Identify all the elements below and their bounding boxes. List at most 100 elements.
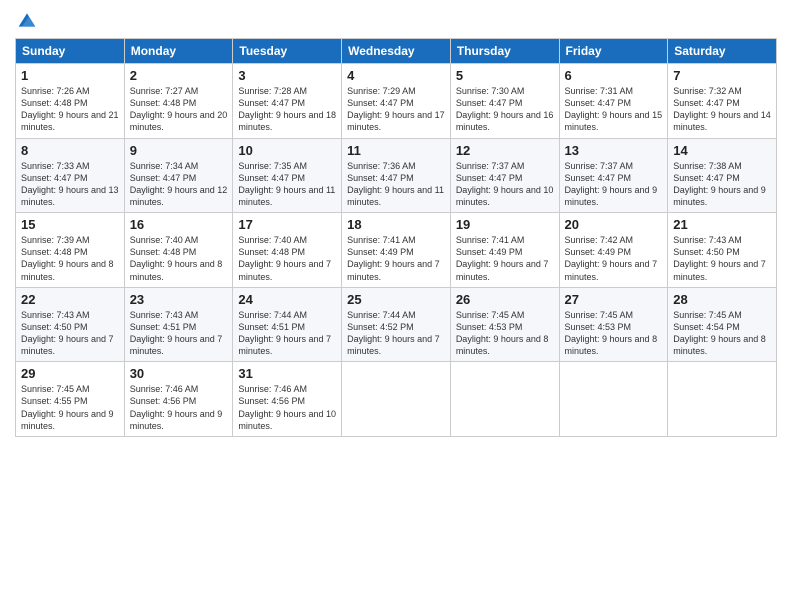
day-number: 8 [21, 143, 119, 158]
calendar-day-cell: 24 Sunrise: 7:44 AMSunset: 4:51 PMDaylig… [233, 287, 342, 362]
cell-info: Sunrise: 7:26 AMSunset: 4:48 PMDaylight:… [21, 86, 119, 132]
cell-info: Sunrise: 7:45 AMSunset: 4:54 PMDaylight:… [673, 310, 766, 356]
cell-info: Sunrise: 7:44 AMSunset: 4:52 PMDaylight:… [347, 310, 440, 356]
day-number: 21 [673, 217, 771, 232]
day-number: 28 [673, 292, 771, 307]
calendar-week-row: 8 Sunrise: 7:33 AMSunset: 4:47 PMDayligh… [16, 138, 777, 213]
calendar-day-cell: 1 Sunrise: 7:26 AMSunset: 4:48 PMDayligh… [16, 64, 125, 139]
cell-info: Sunrise: 7:27 AMSunset: 4:48 PMDaylight:… [130, 86, 228, 132]
cell-info: Sunrise: 7:36 AMSunset: 4:47 PMDaylight:… [347, 161, 444, 207]
calendar-day-cell: 12 Sunrise: 7:37 AMSunset: 4:47 PMDaylig… [450, 138, 559, 213]
cell-info: Sunrise: 7:40 AMSunset: 4:48 PMDaylight:… [238, 235, 331, 281]
day-number: 5 [456, 68, 554, 83]
weekday-sunday: Sunday [16, 39, 125, 64]
calendar-day-cell: 13 Sunrise: 7:37 AMSunset: 4:47 PMDaylig… [559, 138, 668, 213]
calendar-day-cell: 23 Sunrise: 7:43 AMSunset: 4:51 PMDaylig… [124, 287, 233, 362]
calendar-week-row: 22 Sunrise: 7:43 AMSunset: 4:50 PMDaylig… [16, 287, 777, 362]
page: SundayMondayTuesdayWednesdayThursdayFrid… [0, 0, 792, 612]
cell-info: Sunrise: 7:40 AMSunset: 4:48 PMDaylight:… [130, 235, 223, 281]
cell-info: Sunrise: 7:30 AMSunset: 4:47 PMDaylight:… [456, 86, 554, 132]
day-number: 11 [347, 143, 445, 158]
header [15, 10, 777, 30]
day-number: 2 [130, 68, 228, 83]
day-number: 20 [565, 217, 663, 232]
cell-info: Sunrise: 7:37 AMSunset: 4:47 PMDaylight:… [456, 161, 554, 207]
calendar-day-cell: 15 Sunrise: 7:39 AMSunset: 4:48 PMDaylig… [16, 213, 125, 288]
cell-info: Sunrise: 7:44 AMSunset: 4:51 PMDaylight:… [238, 310, 331, 356]
day-number: 15 [21, 217, 119, 232]
calendar-day-cell: 27 Sunrise: 7:45 AMSunset: 4:53 PMDaylig… [559, 287, 668, 362]
calendar-day-cell: 14 Sunrise: 7:38 AMSunset: 4:47 PMDaylig… [668, 138, 777, 213]
calendar-day-cell: 4 Sunrise: 7:29 AMSunset: 4:47 PMDayligh… [342, 64, 451, 139]
calendar-week-row: 15 Sunrise: 7:39 AMSunset: 4:48 PMDaylig… [16, 213, 777, 288]
calendar-day-cell [342, 362, 451, 437]
calendar-week-row: 1 Sunrise: 7:26 AMSunset: 4:48 PMDayligh… [16, 64, 777, 139]
weekday-friday: Friday [559, 39, 668, 64]
day-number: 6 [565, 68, 663, 83]
calendar-day-cell [450, 362, 559, 437]
cell-info: Sunrise: 7:42 AMSunset: 4:49 PMDaylight:… [565, 235, 658, 281]
cell-info: Sunrise: 7:46 AMSunset: 4:56 PMDaylight:… [238, 384, 336, 430]
weekday-monday: Monday [124, 39, 233, 64]
cell-info: Sunrise: 7:45 AMSunset: 4:55 PMDaylight:… [21, 384, 114, 430]
cell-info: Sunrise: 7:32 AMSunset: 4:47 PMDaylight:… [673, 86, 771, 132]
day-number: 4 [347, 68, 445, 83]
day-number: 18 [347, 217, 445, 232]
calendar-day-cell: 31 Sunrise: 7:46 AMSunset: 4:56 PMDaylig… [233, 362, 342, 437]
weekday-wednesday: Wednesday [342, 39, 451, 64]
calendar-day-cell: 2 Sunrise: 7:27 AMSunset: 4:48 PMDayligh… [124, 64, 233, 139]
day-number: 7 [673, 68, 771, 83]
day-number: 16 [130, 217, 228, 232]
cell-info: Sunrise: 7:41 AMSunset: 4:49 PMDaylight:… [456, 235, 549, 281]
day-number: 19 [456, 217, 554, 232]
day-number: 14 [673, 143, 771, 158]
cell-info: Sunrise: 7:45 AMSunset: 4:53 PMDaylight:… [565, 310, 658, 356]
day-number: 17 [238, 217, 336, 232]
cell-info: Sunrise: 7:29 AMSunset: 4:47 PMDaylight:… [347, 86, 445, 132]
cell-info: Sunrise: 7:43 AMSunset: 4:50 PMDaylight:… [673, 235, 766, 281]
day-number: 30 [130, 366, 228, 381]
cell-info: Sunrise: 7:33 AMSunset: 4:47 PMDaylight:… [21, 161, 119, 207]
day-number: 27 [565, 292, 663, 307]
calendar-table: SundayMondayTuesdayWednesdayThursdayFrid… [15, 38, 777, 437]
calendar-day-cell: 9 Sunrise: 7:34 AMSunset: 4:47 PMDayligh… [124, 138, 233, 213]
day-number: 9 [130, 143, 228, 158]
day-number: 31 [238, 366, 336, 381]
day-number: 10 [238, 143, 336, 158]
calendar-day-cell: 3 Sunrise: 7:28 AMSunset: 4:47 PMDayligh… [233, 64, 342, 139]
day-number: 12 [456, 143, 554, 158]
cell-info: Sunrise: 7:43 AMSunset: 4:51 PMDaylight:… [130, 310, 223, 356]
logo [15, 10, 37, 30]
weekday-saturday: Saturday [668, 39, 777, 64]
calendar-day-cell: 5 Sunrise: 7:30 AMSunset: 4:47 PMDayligh… [450, 64, 559, 139]
calendar-day-cell: 28 Sunrise: 7:45 AMSunset: 4:54 PMDaylig… [668, 287, 777, 362]
calendar-day-cell: 22 Sunrise: 7:43 AMSunset: 4:50 PMDaylig… [16, 287, 125, 362]
calendar-day-cell: 20 Sunrise: 7:42 AMSunset: 4:49 PMDaylig… [559, 213, 668, 288]
cell-info: Sunrise: 7:39 AMSunset: 4:48 PMDaylight:… [21, 235, 114, 281]
calendar-day-cell: 17 Sunrise: 7:40 AMSunset: 4:48 PMDaylig… [233, 213, 342, 288]
day-number: 25 [347, 292, 445, 307]
day-number: 1 [21, 68, 119, 83]
cell-info: Sunrise: 7:35 AMSunset: 4:47 PMDaylight:… [238, 161, 335, 207]
day-number: 24 [238, 292, 336, 307]
cell-info: Sunrise: 7:34 AMSunset: 4:47 PMDaylight:… [130, 161, 228, 207]
calendar-day-cell: 25 Sunrise: 7:44 AMSunset: 4:52 PMDaylig… [342, 287, 451, 362]
cell-info: Sunrise: 7:43 AMSunset: 4:50 PMDaylight:… [21, 310, 114, 356]
calendar-day-cell: 26 Sunrise: 7:45 AMSunset: 4:53 PMDaylig… [450, 287, 559, 362]
cell-info: Sunrise: 7:28 AMSunset: 4:47 PMDaylight:… [238, 86, 336, 132]
day-number: 26 [456, 292, 554, 307]
cell-info: Sunrise: 7:38 AMSunset: 4:47 PMDaylight:… [673, 161, 766, 207]
calendar-day-cell: 7 Sunrise: 7:32 AMSunset: 4:47 PMDayligh… [668, 64, 777, 139]
calendar-day-cell: 19 Sunrise: 7:41 AMSunset: 4:49 PMDaylig… [450, 213, 559, 288]
cell-info: Sunrise: 7:45 AMSunset: 4:53 PMDaylight:… [456, 310, 549, 356]
calendar-day-cell: 10 Sunrise: 7:35 AMSunset: 4:47 PMDaylig… [233, 138, 342, 213]
calendar-day-cell [559, 362, 668, 437]
weekday-header-row: SundayMondayTuesdayWednesdayThursdayFrid… [16, 39, 777, 64]
day-number: 13 [565, 143, 663, 158]
calendar-day-cell: 18 Sunrise: 7:41 AMSunset: 4:49 PMDaylig… [342, 213, 451, 288]
calendar-day-cell: 11 Sunrise: 7:36 AMSunset: 4:47 PMDaylig… [342, 138, 451, 213]
day-number: 23 [130, 292, 228, 307]
day-number: 29 [21, 366, 119, 381]
calendar-day-cell: 6 Sunrise: 7:31 AMSunset: 4:47 PMDayligh… [559, 64, 668, 139]
calendar-day-cell: 29 Sunrise: 7:45 AMSunset: 4:55 PMDaylig… [16, 362, 125, 437]
